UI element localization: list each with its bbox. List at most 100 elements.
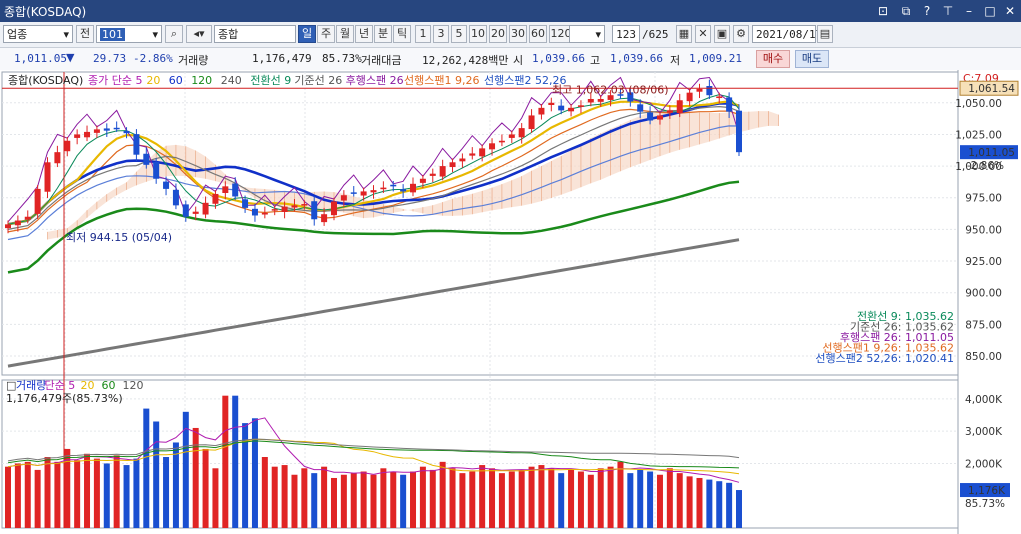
volume-bar <box>716 481 723 528</box>
candle-body <box>647 112 654 121</box>
search-icon[interactable]: ⌕ <box>165 25 183 43</box>
volume-bar <box>5 466 11 528</box>
prev-button[interactable]: 전 <box>76 25 94 43</box>
sell-button[interactable]: 매도 <box>795 50 829 68</box>
code-input[interactable]: 101 ▾ <box>96 25 162 43</box>
interval-button-2[interactable]: 5 <box>451 25 467 43</box>
price-tick-label: 900.00 <box>965 288 1002 300</box>
title-bar: 종합(KOSDAQ) ⊡ ⧉ ? ⊤ – □ ✕ <box>0 0 1021 22</box>
link-icon[interactable]: ⊡ <box>875 3 891 19</box>
candle-body <box>498 140 505 143</box>
period-tab-4[interactable]: 분 <box>374 25 392 43</box>
volume-bar <box>380 468 387 528</box>
volume-bar <box>113 455 120 528</box>
count-input[interactable]: 123 <box>612 25 640 43</box>
price-legend-item: 선행스팬1 9,26 <box>404 74 479 87</box>
volume-bar <box>54 461 61 528</box>
date-input[interactable]: 2021/08/17 <box>752 25 822 43</box>
volume-bar <box>696 477 703 528</box>
candle-body <box>301 204 308 206</box>
price-legend-item: 전환선 9 <box>250 74 291 87</box>
volume-bar <box>34 469 41 528</box>
candle-body <box>123 130 130 134</box>
volume-bar <box>656 474 663 528</box>
help-icon[interactable]: ? <box>919 3 935 19</box>
market-select[interactable]: 업종 ▾ <box>3 25 73 43</box>
quote-bar: 1,011.05 ▼ 29.73 -2.86% 거래량 1,176,479 85… <box>0 48 1021 71</box>
buy-button[interactable]: 매수 <box>756 50 790 68</box>
period-tab-3[interactable]: 년 <box>355 25 373 43</box>
period-tab-0[interactable]: 일 <box>298 25 316 43</box>
min-price-annotation: 최저 944.15 (05/04) <box>66 231 172 244</box>
volume-bar <box>558 473 565 528</box>
close-icon[interactable]: ✕ <box>1002 3 1018 19</box>
speaker-icon[interactable]: ◂▾ <box>186 25 212 43</box>
interval-button-4[interactable]: 20 <box>489 25 507 43</box>
interval-button-5[interactable]: 30 <box>509 25 527 43</box>
volume-bar <box>261 457 268 528</box>
volume-bar <box>548 468 555 528</box>
volume-bar <box>568 469 575 528</box>
candle-body <box>479 148 486 157</box>
candle-body <box>390 184 397 187</box>
grid-icon[interactable]: ▦ <box>676 25 692 43</box>
volume-bar <box>93 458 100 528</box>
volume-bar <box>449 468 456 528</box>
volume-bar <box>330 477 337 528</box>
stock-chart[interactable]: 1,050.001,025.001,000.00975.00950.00925.… <box>0 70 1021 534</box>
candle-body <box>153 161 160 179</box>
volume-bar <box>222 395 229 528</box>
interval-button-3[interactable]: 10 <box>469 25 487 43</box>
volume-bar <box>340 474 347 528</box>
price-legend-item: 종합(KOSDAQ) <box>8 74 83 87</box>
volume-bar <box>498 473 505 528</box>
window-copy-icon[interactable]: ⧉ <box>898 3 914 19</box>
candle-body <box>637 104 644 112</box>
volume-bar <box>301 468 308 528</box>
total-count: /625 <box>642 28 669 41</box>
crosshair-icon[interactable]: ✕ <box>695 25 711 43</box>
volume-bar <box>419 466 426 528</box>
candle-body <box>74 134 81 138</box>
candle-body <box>321 214 328 223</box>
volume-value-tag: 1,176K <box>968 485 1006 497</box>
candle-body <box>587 98 594 103</box>
price-tick-label: 975.00 <box>965 193 1002 205</box>
maximize-icon[interactable]: □ <box>982 3 998 19</box>
save-icon[interactable]: ▣ <box>714 25 730 43</box>
volume-bar <box>410 471 417 528</box>
last-pct-tag: -2.86% <box>967 160 1004 172</box>
code-value: 101 <box>100 28 125 41</box>
volume-bar <box>271 466 278 528</box>
volume-legend-item: 거래량 <box>16 379 46 392</box>
period-tab-1[interactable]: 주 <box>317 25 335 43</box>
volume-bar <box>133 458 140 528</box>
candle-body <box>508 134 515 138</box>
chevron-down-icon: ▾ <box>63 28 69 41</box>
minimize-icon[interactable]: – <box>961 3 977 19</box>
candle-body <box>212 193 219 204</box>
volume-bar <box>172 442 179 528</box>
interval-select[interactable]: ▾ <box>569 25 605 43</box>
volume-bar <box>350 473 357 528</box>
volume-bar <box>202 448 209 528</box>
volume-bar <box>736 490 742 528</box>
volume-bar <box>617 461 624 528</box>
candle-body <box>163 181 170 189</box>
candle-body <box>93 129 100 133</box>
calendar-icon[interactable]: ▤ <box>817 25 833 43</box>
settings-gear-icon[interactable]: ⚙ <box>733 25 749 43</box>
volume-bar <box>163 457 170 528</box>
period-tab-5[interactable]: 틱 <box>393 25 411 43</box>
high-price-tag: 1,061.54 <box>968 83 1015 95</box>
period-tab-2[interactable]: 월 <box>336 25 354 43</box>
interval-button-6[interactable]: 60 <box>529 25 547 43</box>
candle-body <box>14 220 21 226</box>
interval-button-1[interactable]: 3 <box>433 25 449 43</box>
last-price-tag: 1,011.05 <box>968 147 1015 159</box>
price-legend-item: 240 <box>221 74 242 87</box>
interval-button-0[interactable]: 1 <box>415 25 431 43</box>
candle-body <box>103 128 110 131</box>
pin-icon[interactable]: ⊤ <box>940 3 956 19</box>
volume-bar <box>686 476 693 528</box>
